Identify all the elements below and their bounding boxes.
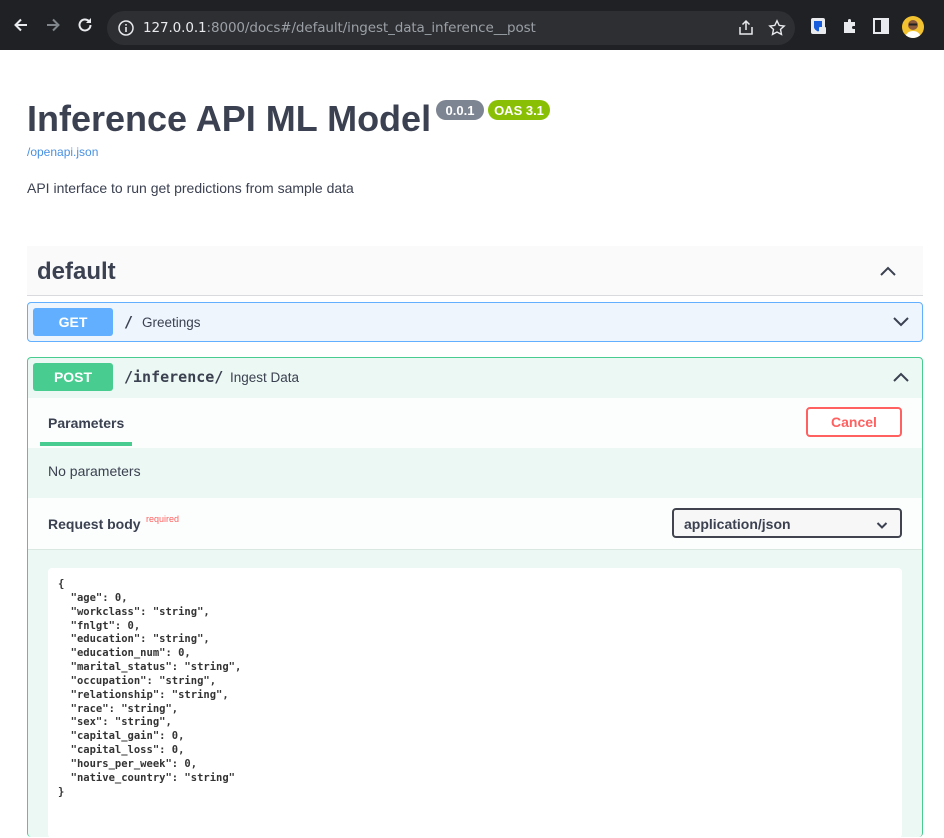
operation-path: /inference/ [124, 368, 224, 386]
operation-summary: Greetings [142, 315, 201, 330]
parameters-header: Parameters [28, 398, 922, 448]
extensions-puzzle-icon[interactable] [841, 17, 859, 35]
openapi-json-link[interactable]: /openapi.json [27, 145, 98, 159]
request-body-json: { "age": 0, "workclass": "string", "fnlg… [58, 578, 242, 798]
operation-path: / [124, 313, 134, 331]
required-marker: required [146, 514, 180, 524]
operation-post-inference: POST /inference/ Ingest Data Parameters … [27, 357, 923, 838]
browser-toolbar: 127.0.0.1:8000/docs#/default/ingest_data… [0, 0, 944, 50]
reload-icon[interactable] [72, 12, 98, 38]
tag-name: default [37, 258, 116, 285]
chevron-up-icon[interactable] [892, 368, 910, 386]
no-parameters-text: No parameters [48, 463, 141, 479]
api-title-wrap: Inference API ML Model [27, 98, 431, 140]
content-type-select[interactable]: application/json [672, 508, 902, 538]
tab-active-indicator [40, 442, 132, 446]
site-info-icon[interactable] [117, 19, 135, 37]
address-bar[interactable]: 127.0.0.1:8000/docs#/default/ingest_data… [107, 11, 795, 45]
oas-badge: OAS 3.1 [488, 100, 550, 120]
request-body-label: Request body [48, 516, 141, 532]
tag-section-header[interactable]: default [27, 246, 923, 296]
share-icon[interactable] [737, 19, 755, 37]
tab-parameters[interactable]: Parameters [48, 415, 124, 431]
operation-summary: Ingest Data [230, 370, 300, 385]
method-badge-get: GET [33, 308, 113, 336]
chevron-down-icon [876, 518, 888, 530]
cancel-button[interactable]: Cancel [806, 407, 902, 437]
extension-bitwarden-icon[interactable] [809, 17, 827, 35]
version-badge: 0.0.1 [436, 100, 484, 120]
chevron-up-icon[interactable] [879, 262, 897, 280]
operation-get-root[interactable]: GET / Greetings [27, 302, 923, 342]
profile-avatar[interactable] [902, 16, 924, 38]
bookmark-star-icon[interactable] [768, 19, 786, 37]
api-description: API interface to run get predictions fro… [27, 180, 354, 196]
back-icon[interactable] [8, 12, 34, 38]
url-text: 127.0.0.1:8000/docs#/default/ingest_data… [143, 20, 536, 36]
chevron-down-icon[interactable] [892, 313, 910, 331]
request-body-header: Request body required application/json [28, 498, 922, 550]
forward-icon[interactable] [40, 12, 66, 38]
side-panel-icon[interactable] [872, 17, 890, 35]
request-body-editor[interactable]: { "age": 0, "workclass": "string", "fnlg… [48, 568, 902, 838]
content-type-value: application/json [684, 516, 791, 532]
method-badge-post: POST [33, 363, 113, 391]
page-title: Inference API ML Model [27, 98, 432, 139]
